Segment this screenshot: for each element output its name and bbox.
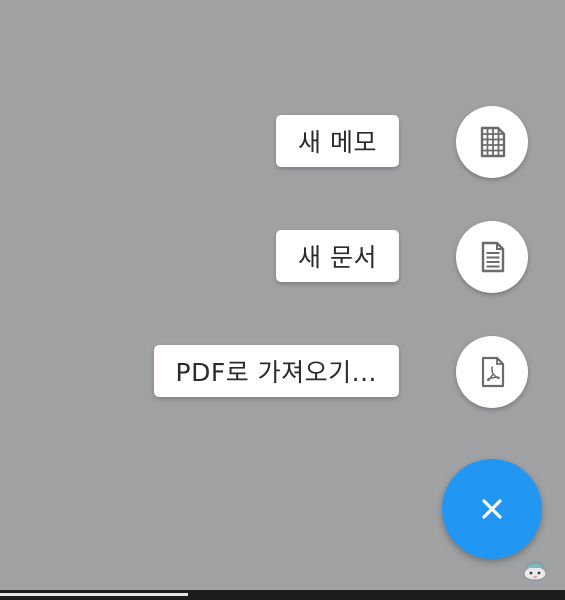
pdf-file-icon (481, 356, 505, 388)
menu-item-new-memo[interactable]: 새 메모 (0, 106, 565, 178)
import-pdf-button[interactable] (456, 336, 528, 408)
mascot-face-icon (523, 562, 547, 581)
scroll-indicator (0, 593, 188, 596)
menu-item-label[interactable]: PDF로 가져오기... (153, 345, 399, 397)
close-icon (482, 499, 502, 519)
document-lines-icon (481, 241, 505, 273)
new-document-button[interactable] (456, 221, 528, 293)
menu-item-label[interactable]: 새 메모 (276, 115, 399, 167)
menu-item-new-document[interactable]: 새 문서 (0, 221, 565, 293)
close-menu-fab[interactable] (442, 459, 542, 559)
menu-item-import-pdf[interactable]: PDF로 가져오기... (0, 336, 565, 408)
grid-table-icon (480, 126, 506, 158)
menu-item-label[interactable]: 새 문서 (276, 230, 399, 282)
new-memo-button[interactable] (456, 106, 528, 178)
